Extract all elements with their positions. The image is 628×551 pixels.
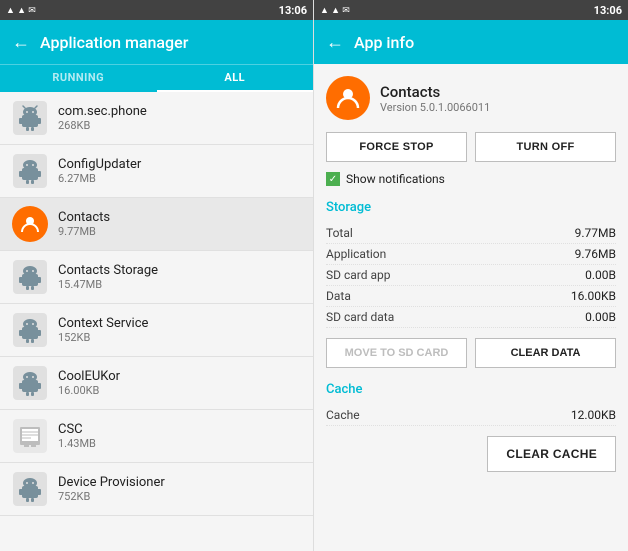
app-detail-header: Contacts Version 5.0.1.0066011 [326,76,616,120]
list-item[interactable]: Context Service 152KB [0,304,313,357]
app-detail-name: Contacts [380,83,490,101]
app-name: Device Provisioner [58,475,165,490]
app-info-contacts-storage: Contacts Storage 15.47MB [58,263,158,291]
move-to-sd-button[interactable]: MOVE TO SD CARD [326,338,467,368]
list-item[interactable]: com.sec.phone 268KB [0,92,313,145]
storage-label-sdcard-data: SD card data [326,310,394,324]
app-header-text: Contacts Version 5.0.1.0066011 [380,83,490,114]
app-name: CoolEUKor [58,369,120,384]
app-size: 9.77MB [58,225,110,238]
notifications-label: Show notifications [346,172,445,186]
tab-running[interactable]: RUNNING [0,65,157,92]
app-size: 1.43MB [58,437,96,450]
clear-cache-button[interactable]: CLEAR CACHE [487,436,616,472]
force-stop-button[interactable]: FORCE STOP [326,132,467,162]
storage-value-application: 9.76MB [575,247,616,261]
contacts-detail-icon [326,76,370,120]
storage-row-total: Total 9.77MB [326,223,616,244]
left-back-button[interactable]: ← [12,32,30,53]
right-time: 13:06 [594,4,622,17]
storage-table: Total 9.77MB Application 9.76MB SD card … [326,223,616,328]
storage-value-sdcard-app: 0.00B [585,268,616,282]
storage-action-buttons: MOVE TO SD CARD CLEAR DATA [326,338,616,368]
cache-row: Cache 12.00KB [326,405,616,426]
storage-section-title: Storage [326,200,616,215]
left-panel: ▲ ▲ ✉ 13:06 ← Application manager RUNNIN… [0,0,314,551]
app-info-context: Context Service 152KB [58,316,148,344]
app-icon-contacts-storage [12,259,48,295]
notifications-checkbox[interactable]: ✓ [326,172,340,186]
list-item[interactable]: ConfigUpdater 6.27MB [0,145,313,198]
app-name: ConfigUpdater [58,157,141,172]
right-back-button[interactable]: ← [326,32,344,53]
app-icon-config [12,153,48,189]
left-toolbar: ← Application manager [0,20,313,64]
storage-row-application: Application 9.76MB [326,244,616,265]
storage-label-application: Application [326,247,386,261]
cache-value: 12.00KB [571,408,616,422]
storage-row-data: Data 16.00KB [326,286,616,307]
right-status-bar: ▲ ▲ ✉ 13:06 [314,0,628,20]
tab-all[interactable]: ALL [157,65,314,92]
app-info-config: ConfigUpdater 6.27MB [58,157,141,185]
right-toolbar: ← App info [314,20,628,64]
app-size: 152KB [58,331,148,344]
app-info-device-provisioner: Device Provisioner 752KB [58,475,165,503]
storage-row-sdcard-app: SD card app 0.00B [326,265,616,286]
storage-label-sdcard-app: SD card app [326,268,391,282]
app-info-contacts: Contacts 9.77MB [58,210,110,238]
app-size: 752KB [58,490,165,503]
app-icon-device-provisioner [12,471,48,507]
app-icon-contacts [12,206,48,242]
right-title: App info [354,33,414,52]
app-name: Contacts [58,210,110,225]
list-item[interactable]: CSC 1.43MB [0,410,313,463]
app-name: Contacts Storage [58,263,158,278]
app-size: 16.00KB [58,384,120,397]
app-detail-version: Version 5.0.1.0066011 [380,101,490,114]
app-size: 268KB [58,119,147,132]
app-icon-csc [12,418,48,454]
app-icon-context [12,312,48,348]
storage-label-total: Total [326,226,353,240]
list-item[interactable]: Device Provisioner 752KB [0,463,313,516]
list-item[interactable]: CoolEUKor 16.00KB [0,357,313,410]
left-time: 13:06 [279,4,307,17]
left-status-bar: ▲ ▲ ✉ 13:06 [0,0,313,20]
storage-row-sdcard-data: SD card data 0.00B [326,307,616,328]
app-name: com.sec.phone [58,104,147,119]
clear-data-button[interactable]: CLEAR DATA [475,338,616,368]
list-item-contacts[interactable]: Contacts 9.77MB [0,198,313,251]
left-status-icons: ▲ ▲ ✉ [6,5,36,16]
cache-section-title: Cache [326,382,616,397]
right-panel: ▲ ▲ ✉ 13:06 ← App info Contacts Version … [314,0,628,551]
cache-actions: CLEAR CACHE [326,436,616,472]
app-name: Context Service [58,316,148,331]
storage-value-sdcard-data: 0.00B [585,310,616,324]
storage-label-data: Data [326,289,351,303]
left-tabs: RUNNING ALL [0,64,313,92]
left-title: Application manager [40,33,188,52]
app-detail: Contacts Version 5.0.1.0066011 FORCE STO… [314,64,628,551]
app-name: CSC [58,422,96,437]
app-info-phone: com.sec.phone 268KB [58,104,147,132]
show-notifications[interactable]: ✓ Show notifications [326,172,616,186]
list-item[interactable]: Contacts Storage 15.47MB [0,251,313,304]
right-status-icons: ▲ ▲ ✉ [320,5,350,16]
app-size: 15.47MB [58,278,158,291]
cache-label: Cache [326,408,360,422]
app-list: com.sec.phone 268KB [0,92,313,551]
storage-value-total: 9.77MB [575,226,616,240]
action-buttons: FORCE STOP TURN OFF [326,132,616,162]
app-info-csc: CSC 1.43MB [58,422,96,450]
app-icon-phone [12,100,48,136]
app-icon-cooleukor [12,365,48,401]
app-info-cooleukor: CoolEUKor 16.00KB [58,369,120,397]
contacts-icon [12,206,48,242]
app-size: 6.27MB [58,172,141,185]
turn-off-button[interactable]: TURN OFF [475,132,616,162]
storage-value-data: 16.00KB [571,289,616,303]
